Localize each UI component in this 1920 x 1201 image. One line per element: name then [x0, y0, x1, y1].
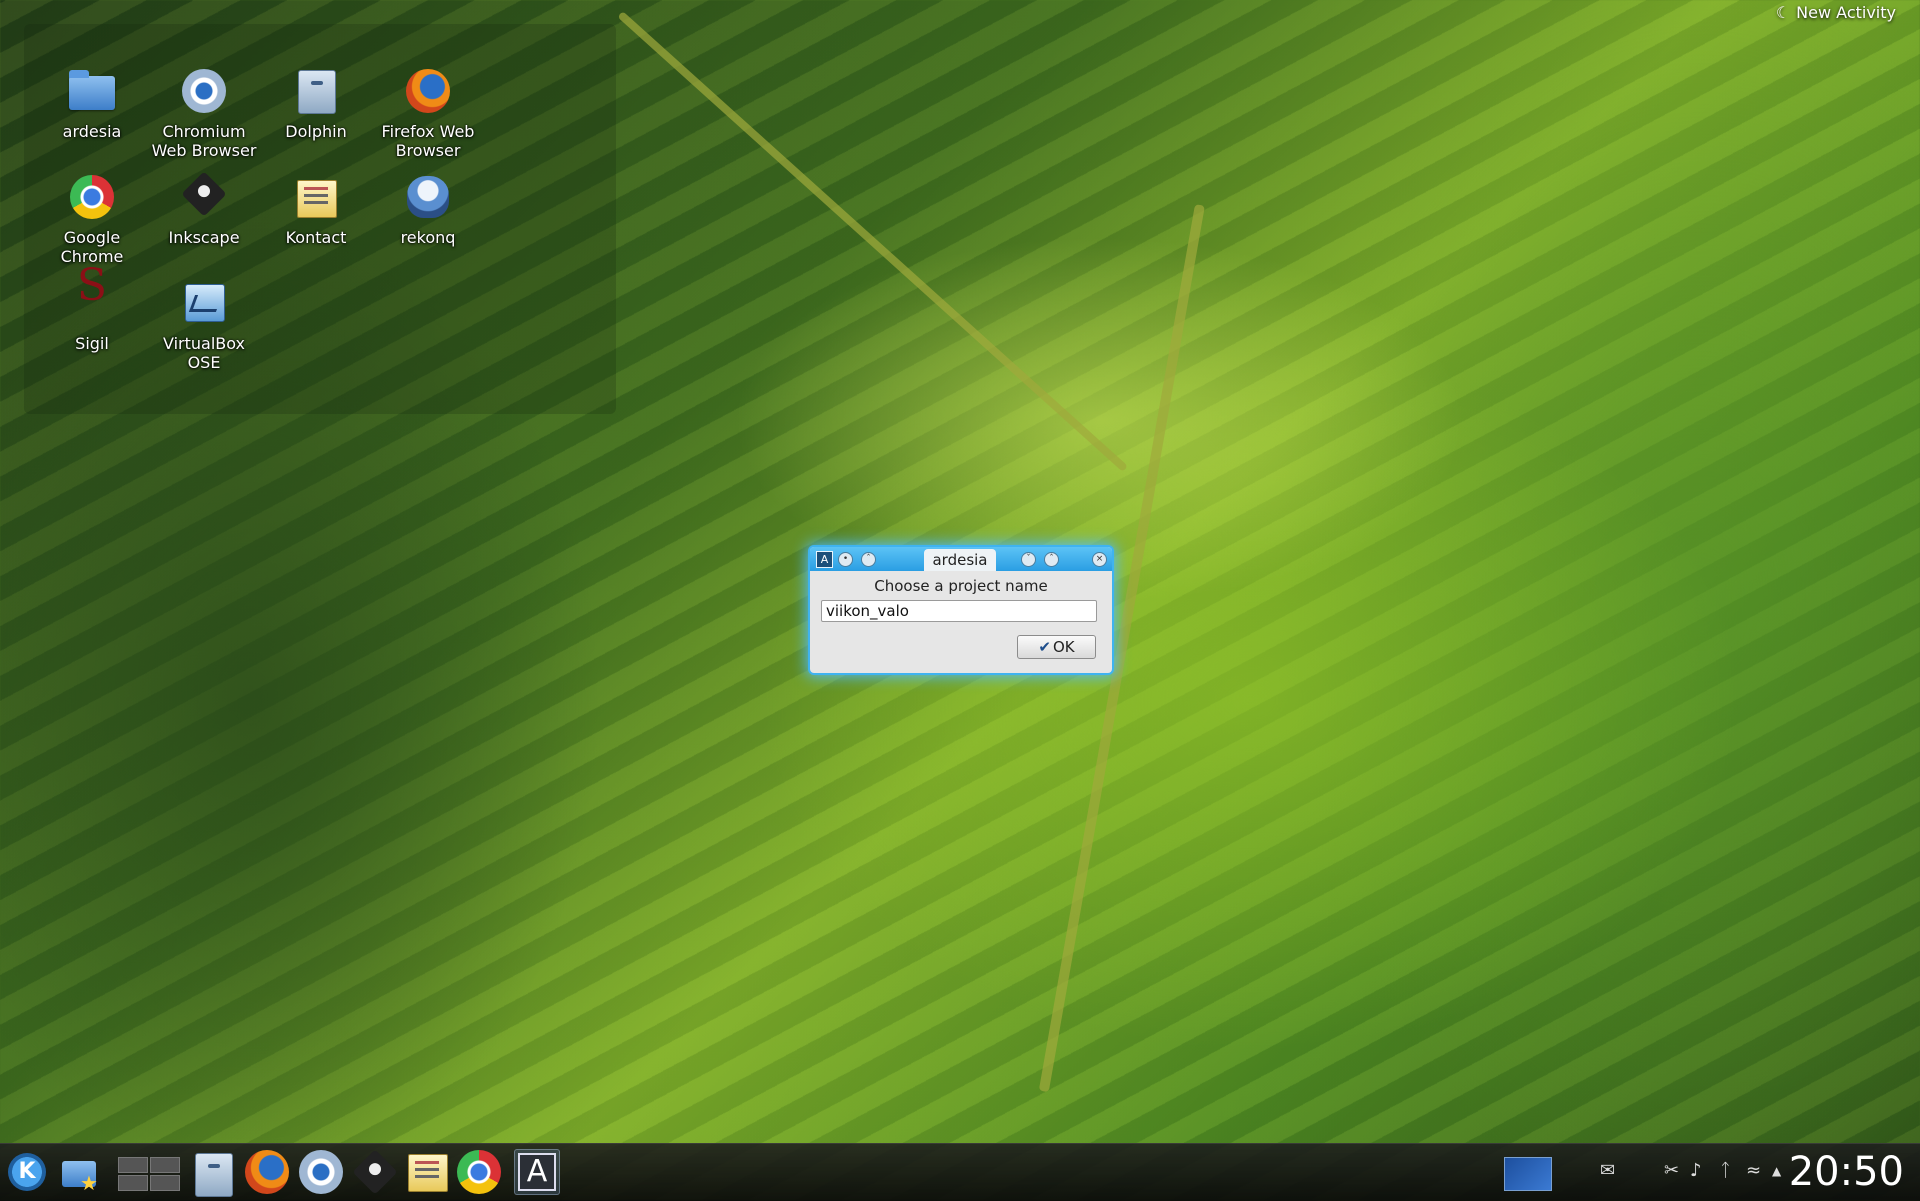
chrome-icon	[457, 1150, 501, 1194]
desktop-icon-label: ardesia	[62, 122, 122, 141]
klipper-scissors-icon[interactable]: ✂	[1664, 1160, 1679, 1182]
check-icon: ✔	[1038, 638, 1051, 656]
desktop-icon-label: Firefox Web Browser	[381, 122, 475, 160]
desktop-icon-google-chrome[interactable]: Google Chrome	[36, 172, 148, 266]
desktop-icon-rekonq[interactable]: rekonq	[372, 172, 484, 247]
ardesia-icon: A	[518, 1153, 556, 1191]
dolphin-icon	[291, 66, 341, 116]
on-all-desktops-icon[interactable]: •	[838, 552, 853, 567]
volume-icon[interactable]: ♪	[1690, 1160, 1702, 1182]
desktop-icon-label: Sigil	[75, 334, 109, 353]
kde-menu-icon: K	[8, 1153, 46, 1191]
new-activity-button[interactable]: ☾ New Activity	[1776, 3, 1896, 22]
project-name-input[interactable]	[821, 600, 1097, 622]
desktop-icon-label: rekonq	[400, 228, 456, 247]
desktop-icon-label: Kontact	[285, 228, 347, 247]
inkscape-icon	[352, 1149, 398, 1195]
keep-above-icon[interactable]: ˆ	[861, 552, 876, 567]
bluetooth-icon[interactable]: ᛏ	[1720, 1160, 1731, 1182]
kontact-icon	[291, 172, 341, 222]
chromium-icon	[299, 1150, 343, 1194]
task-inkscape[interactable]	[352, 1149, 398, 1195]
wifi-icon[interactable]: ≈	[1746, 1160, 1761, 1182]
task-dolphin[interactable]	[190, 1149, 236, 1197]
desktop-icon-inkscape[interactable]: Inkscape	[148, 171, 260, 247]
desktop-icon-label: Inkscape	[168, 228, 240, 247]
desktop-icon-chromium[interactable]: Chromium Web Browser	[148, 66, 260, 160]
close-icon[interactable]: ×	[1092, 552, 1107, 567]
desktop-icon-dolphin[interactable]: Dolphin	[260, 66, 372, 141]
firefox-icon	[403, 66, 453, 116]
kontact-icon	[408, 1153, 448, 1192]
desktop-icon-virtualbox[interactable]: VirtualBox OSE	[148, 278, 260, 372]
folder-icon	[67, 66, 117, 116]
maximize-icon[interactable]: ˆ	[1044, 552, 1059, 567]
activity-icon: ☾	[1775, 3, 1791, 22]
dolphin-icon	[194, 1153, 233, 1197]
mail-icon[interactable]: ✉	[1600, 1160, 1615, 1182]
task-firefox[interactable]	[244, 1149, 290, 1195]
rekonq-icon	[403, 172, 453, 222]
dialog-prompt: Choose a project name	[874, 577, 1048, 595]
dialog-titlebar[interactable]: A • ˆ ardesia ˇ ˆ ×	[810, 547, 1112, 571]
desktop-icon-label: VirtualBox OSE	[162, 334, 246, 372]
sigil-icon: S	[76, 260, 108, 311]
inkscape-icon	[179, 171, 229, 222]
dialog-title: ardesia	[924, 549, 996, 571]
chrome-icon	[67, 172, 117, 222]
clock[interactable]: 20:50	[1789, 1147, 1904, 1197]
tray-expand-icon[interactable]: ▲	[1772, 1160, 1781, 1182]
desktop-icon-label: Chromium Web Browser	[151, 122, 257, 160]
desktop-icon-kontact[interactable]: Kontact	[260, 172, 372, 247]
task-ardesia[interactable]: A	[514, 1149, 560, 1195]
folder-star-icon: ★	[60, 1153, 98, 1195]
taskbar-folder[interactable]: ★	[56, 1149, 102, 1195]
desktop-icon-sigil[interactable]: S Sigil	[36, 260, 148, 354]
desktop-icon-label: Dolphin	[285, 122, 347, 141]
new-activity-label: New Activity	[1796, 3, 1896, 22]
ok-label: OK	[1052, 638, 1075, 656]
taskbar-pager[interactable]	[116, 1149, 184, 1195]
virtualbox-icon	[179, 278, 229, 328]
firefox-icon	[245, 1150, 289, 1194]
show-desktop-icon[interactable]	[1504, 1157, 1552, 1191]
chromium-icon	[179, 66, 229, 116]
desktop-icon-firefox[interactable]: Firefox Web Browser	[372, 66, 484, 160]
task-kontact[interactable]	[404, 1149, 450, 1195]
ok-button[interactable]: ✔ OK	[1017, 635, 1096, 659]
task-chromium[interactable]	[298, 1149, 344, 1195]
minimize-icon[interactable]: ˇ	[1021, 552, 1036, 567]
desktop-icon-ardesia[interactable]: ardesia	[36, 66, 148, 141]
task-chrome[interactable]	[456, 1149, 502, 1195]
fern-midrib	[617, 11, 1129, 472]
project-name-dialog: A • ˆ ardesia ˇ ˆ × Choose a project nam…	[810, 547, 1112, 673]
app-menu-icon[interactable]: A	[816, 551, 833, 568]
kde-menu-button[interactable]: K	[4, 1149, 50, 1195]
